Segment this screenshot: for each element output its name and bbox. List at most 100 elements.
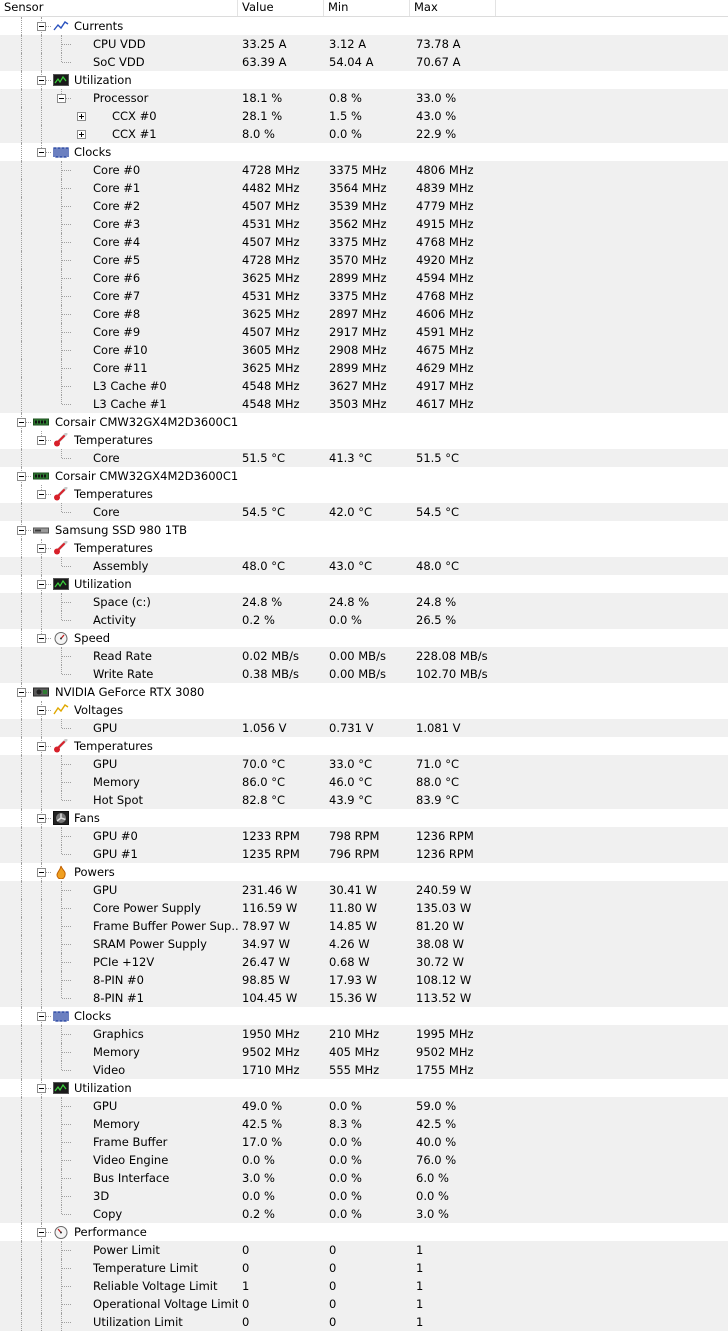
group-row[interactable]: Utilization <box>0 71 728 89</box>
group-row[interactable]: Clocks <box>0 1007 728 1025</box>
sensor-row[interactable]: Read Rate 0.02 MB/s 0.00 MB/s 228.08 MB/s <box>0 647 728 665</box>
sensor-row[interactable]: 3D 0.0 % 0.0 % 0.0 % <box>0 1187 728 1205</box>
sensor-row[interactable]: Video 1710 MHz 555 MHz 1755 MHz <box>0 1061 728 1079</box>
sensor-row[interactable]: GPU 231.46 W 30.41 W 240.59 W <box>0 881 728 899</box>
column-header-max[interactable]: Max <box>410 0 496 16</box>
sensor-row[interactable]: Reliable Voltage Limit 1 0 1 <box>0 1277 728 1295</box>
collapse-node-button[interactable] <box>37 814 46 823</box>
sensor-row[interactable]: Memory 9502 MHz 405 MHz 9502 MHz <box>0 1043 728 1061</box>
group-row[interactable]: NVIDIA GeForce RTX 3080 <box>0 683 728 701</box>
group-row[interactable]: Utilization <box>0 1079 728 1097</box>
sensor-row[interactable]: Core #4 4507 MHz 3375 MHz 4768 MHz <box>0 233 728 251</box>
sensor-row[interactable]: Core #5 4728 MHz 3570 MHz 4920 MHz <box>0 251 728 269</box>
sensor-row[interactable]: GPU 49.0 % 0.0 % 59.0 % <box>0 1097 728 1115</box>
group-row[interactable]: Powers <box>0 863 728 881</box>
sensor-row[interactable]: Hot Spot 82.8 °C 43.9 °C 83.9 °C <box>0 791 728 809</box>
sensor-row[interactable]: GPU #0 1233 RPM 798 RPM 1236 RPM <box>0 827 728 845</box>
tree-guide-line <box>21 1313 22 1331</box>
sensor-row[interactable]: CCX #1 8.0 % 0.0 % 22.9 % <box>0 125 728 143</box>
group-row[interactable]: Temperatures <box>0 539 728 557</box>
sensor-row[interactable]: Bus Interface 3.0 % 0.0 % 6.0 % <box>0 1169 728 1187</box>
sensor-row[interactable]: CPU VDD 33.25 A 3.12 A 73.78 A <box>0 35 728 53</box>
collapse-node-button[interactable] <box>37 148 46 157</box>
sensor-row[interactable]: Copy 0.2 % 0.0 % 3.0 % <box>0 1205 728 1223</box>
sensor-row[interactable]: Graphics 1950 MHz 210 MHz 1995 MHz <box>0 1025 728 1043</box>
sensor-row[interactable]: Core #7 4531 MHz 3375 MHz 4768 MHz <box>0 287 728 305</box>
sensor-row[interactable]: Core 51.5 °C 41.3 °C 51.5 °C <box>0 449 728 467</box>
collapse-node-button[interactable] <box>17 688 26 697</box>
sensor-row[interactable]: Power Limit 0 0 1 <box>0 1241 728 1259</box>
sensor-row[interactable]: 8-PIN #1 104.45 W 15.36 W 113.52 W <box>0 989 728 1007</box>
sensor-row[interactable]: Core #11 3625 MHz 2899 MHz 4629 MHz <box>0 359 728 377</box>
sensor-row[interactable]: Core #2 4507 MHz 3539 MHz 4779 MHz <box>0 197 728 215</box>
sensor-row[interactable]: Utilization Limit 0 0 1 <box>0 1313 728 1331</box>
collapse-node-button[interactable] <box>37 22 46 31</box>
group-row[interactable]: Samsung SSD 980 1TB <box>0 521 728 539</box>
sensor-row[interactable]: GPU #1 1235 RPM 796 RPM 1236 RPM <box>0 845 728 863</box>
group-row[interactable]: Corsair CMW32GX4M2D3600C18 <box>0 467 728 485</box>
sensor-row[interactable]: Memory 42.5 % 8.3 % 42.5 % <box>0 1115 728 1133</box>
group-row[interactable]: Voltages <box>0 701 728 719</box>
sensor-row[interactable]: Operational Voltage Limit 0 0 1 <box>0 1295 728 1313</box>
group-row[interactable]: Currents <box>0 17 728 35</box>
group-row[interactable]: Performance <box>0 1223 728 1241</box>
sensor-row[interactable]: Temperature Limit 0 0 1 <box>0 1259 728 1277</box>
sensor-row[interactable]: Video Engine 0.0 % 0.0 % 76.0 % <box>0 1151 728 1169</box>
collapse-node-button[interactable] <box>37 742 46 751</box>
sensor-row[interactable]: Memory 86.0 °C 46.0 °C 88.0 °C <box>0 773 728 791</box>
sensor-row[interactable]: Core 54.5 °C 42.0 °C 54.5 °C <box>0 503 728 521</box>
column-header-min[interactable]: Min <box>324 0 410 16</box>
sensor-row[interactable]: Activity 0.2 % 0.0 % 26.5 % <box>0 611 728 629</box>
expand-node-button[interactable] <box>77 112 86 121</box>
sensor-row[interactable]: 8-PIN #0 98.85 W 17.93 W 108.12 W <box>0 971 728 989</box>
collapse-node-button[interactable] <box>37 706 46 715</box>
column-header-value[interactable]: Value <box>238 0 324 16</box>
sensor-row[interactable]: Core #6 3625 MHz 2899 MHz 4594 MHz <box>0 269 728 287</box>
sensor-row[interactable]: Space (c:) 24.8 % 24.8 % 24.8 % <box>0 593 728 611</box>
sensor-row[interactable]: Processor 18.1 % 0.8 % 33.0 % <box>0 89 728 107</box>
sensor-row[interactable]: Core Power Supply 116.59 W 11.80 W 135.03 W <box>0 899 728 917</box>
collapse-node-button[interactable] <box>37 1084 46 1093</box>
collapse-node-button[interactable] <box>37 1012 46 1021</box>
sensor-row[interactable]: Core #9 4507 MHz 2917 MHz 4591 MHz <box>0 323 728 341</box>
group-row[interactable]: Clocks <box>0 143 728 161</box>
sensor-row[interactable]: GPU 1.056 V 0.731 V 1.081 V <box>0 719 728 737</box>
sensor-row[interactable]: CCX #0 28.1 % 1.5 % 43.0 % <box>0 107 728 125</box>
collapse-node-button[interactable] <box>37 544 46 553</box>
sensor-row[interactable]: SoC VDD 63.39 A 54.04 A 70.67 A <box>0 53 728 71</box>
collapse-node-button[interactable] <box>17 526 26 535</box>
collapse-node-button[interactable] <box>37 580 46 589</box>
collapse-node-button[interactable] <box>37 634 46 643</box>
sensor-row[interactable]: Write Rate 0.38 MB/s 0.00 MB/s 102.70 MB/s <box>0 665 728 683</box>
collapse-node-button[interactable] <box>17 418 26 427</box>
group-row[interactable]: Fans <box>0 809 728 827</box>
collapse-node-button[interactable] <box>37 868 46 877</box>
sensor-row[interactable]: GPU 70.0 °C 33.0 °C 71.0 °C <box>0 755 728 773</box>
collapse-node-button[interactable] <box>37 490 46 499</box>
group-row[interactable]: Speed <box>0 629 728 647</box>
column-header-sensor[interactable]: Sensor <box>0 0 238 16</box>
group-row[interactable]: Temperatures <box>0 485 728 503</box>
group-row[interactable]: Utilization <box>0 575 728 593</box>
sensor-row[interactable]: Core #0 4728 MHz 3375 MHz 4806 MHz <box>0 161 728 179</box>
collapse-node-button[interactable] <box>37 436 46 445</box>
sensor-row[interactable]: PCIe +12V 26.47 W 0.68 W 30.72 W <box>0 953 728 971</box>
sensor-row[interactable]: Core #1 4482 MHz 3564 MHz 4839 MHz <box>0 179 728 197</box>
sensor-row[interactable]: Core #8 3625 MHz 2897 MHz 4606 MHz <box>0 305 728 323</box>
sensor-row[interactable]: Assembly 48.0 °C 43.0 °C 48.0 °C <box>0 557 728 575</box>
collapse-node-button[interactable] <box>57 94 66 103</box>
sensor-row[interactable]: Frame Buffer 17.0 % 0.0 % 40.0 % <box>0 1133 728 1151</box>
collapse-node-button[interactable] <box>17 472 26 481</box>
group-row[interactable]: Corsair CMW32GX4M2D3600C18 <box>0 413 728 431</box>
sensor-row[interactable]: SRAM Power Supply 34.97 W 4.26 W 38.08 W <box>0 935 728 953</box>
sensor-row[interactable]: Core #10 3605 MHz 2908 MHz 4675 MHz <box>0 341 728 359</box>
collapse-node-button[interactable] <box>37 1228 46 1237</box>
sensor-row[interactable]: L3 Cache #0 4548 MHz 3627 MHz 4917 MHz <box>0 377 728 395</box>
group-row[interactable]: Temperatures <box>0 431 728 449</box>
sensor-row[interactable]: Frame Buffer Power Sup... 78.97 W 14.85 W 8… <box>0 917 728 935</box>
expand-node-button[interactable] <box>77 130 86 139</box>
sensor-row[interactable]: L3 Cache #1 4548 MHz 3503 MHz 4617 MHz <box>0 395 728 413</box>
group-row[interactable]: Temperatures <box>0 737 728 755</box>
sensor-row[interactable]: Core #3 4531 MHz 3562 MHz 4915 MHz <box>0 215 728 233</box>
collapse-node-button[interactable] <box>37 76 46 85</box>
